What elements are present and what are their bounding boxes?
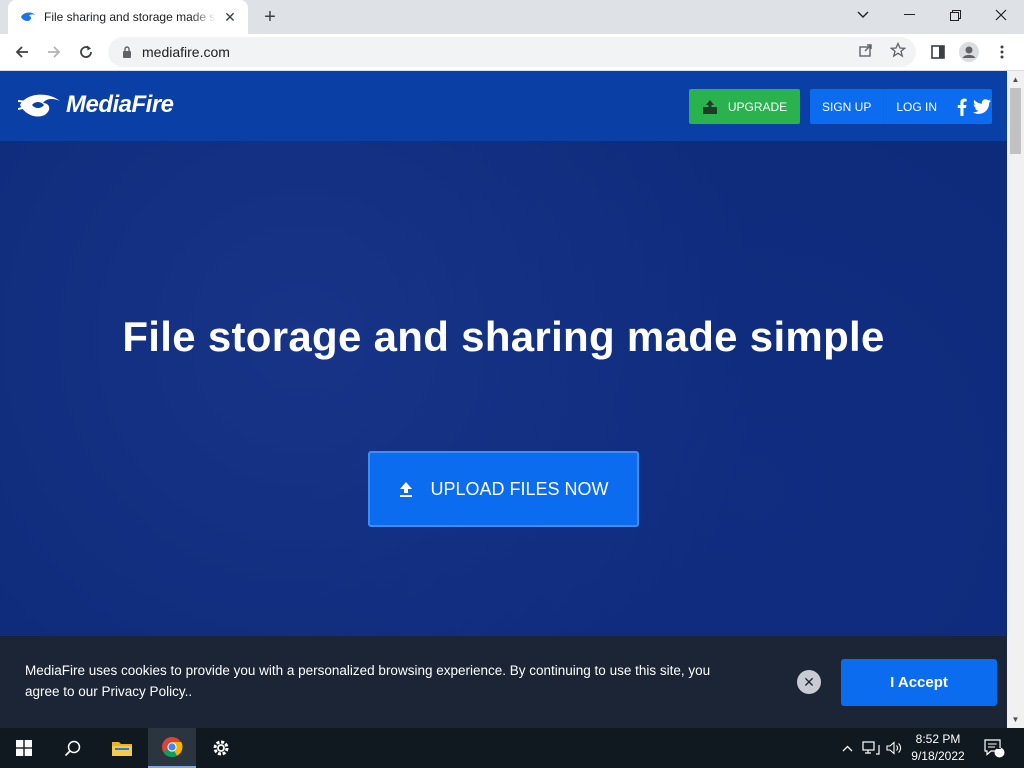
- network-icon[interactable]: [860, 728, 882, 768]
- facebook-icon[interactable]: [957, 98, 967, 116]
- site-header: MediaFire UPGRADE SIGN UP LOG IN: [0, 71, 1007, 141]
- reload-icon[interactable]: [72, 38, 100, 66]
- notification-count: 1: [995, 741, 1001, 751]
- upload-files-button[interactable]: UPLOAD FILES NOW: [368, 451, 639, 527]
- settings-gear-icon[interactable]: [197, 728, 245, 768]
- account-nav: SIGN UP LOG IN: [810, 89, 992, 124]
- restore-icon[interactable]: [932, 0, 978, 30]
- tab-title: File sharing and storage made simple: [44, 10, 216, 24]
- twitter-icon[interactable]: [973, 99, 992, 114]
- mediafire-favicon-icon: [20, 9, 36, 25]
- bookmark-star-icon[interactable]: [886, 38, 910, 62]
- minimize-icon[interactable]: [886, 0, 932, 30]
- cookie-close-button[interactable]: ✕: [797, 670, 821, 694]
- cookie-message: MediaFire uses cookies to provide you wi…: [25, 660, 765, 702]
- windows-start-icon[interactable]: [0, 728, 48, 768]
- scroll-up-arrow-icon[interactable]: ▲: [1007, 71, 1024, 88]
- profile-avatar-icon[interactable]: [955, 38, 983, 66]
- signup-link[interactable]: SIGN UP: [810, 89, 883, 124]
- upgrade-label: UPGRADE: [727, 99, 788, 114]
- menu-kebab-icon[interactable]: [988, 38, 1016, 66]
- browser-tab[interactable]: File sharing and storage made simple ✕: [8, 0, 248, 34]
- login-link[interactable]: LOG IN: [884, 89, 949, 124]
- tray-chevron-up-icon[interactable]: [838, 728, 856, 768]
- volume-icon[interactable]: [884, 728, 904, 768]
- chrome-taskbar-icon[interactable]: [148, 728, 196, 768]
- upgrade-button[interactable]: UPGRADE: [689, 89, 800, 124]
- scroll-down-arrow-icon[interactable]: ▼: [1007, 711, 1024, 728]
- page-viewport: MediaFire UPGRADE SIGN UP LOG IN File st…: [0, 71, 1007, 728]
- scrollbar-thumb[interactable]: [1010, 88, 1021, 154]
- clock-date: 9/18/2022: [911, 749, 965, 763]
- browser-toolbar: mediafire.com: [0, 34, 1024, 71]
- clock-time: 8:52 PM: [915, 732, 961, 746]
- logo-text: MediaFire: [66, 91, 174, 118]
- upgrade-icon: [702, 99, 718, 115]
- upload-label: UPLOAD FILES NOW: [430, 478, 609, 499]
- browser-tabstrip: File sharing and storage made simple ✕ +: [0, 0, 1024, 34]
- social-links: [951, 98, 992, 116]
- forward-icon[interactable]: [40, 38, 68, 66]
- tab-close-icon[interactable]: ✕: [222, 9, 238, 25]
- taskbar-clock[interactable]: 8:52 PM 9/18/2022: [906, 731, 970, 765]
- lock-icon: [120, 45, 134, 59]
- taskbar-search-icon[interactable]: [48, 728, 96, 768]
- hero-section: File storage and sharing made simple UPL…: [0, 141, 1007, 636]
- windows-taskbar: 8:52 PM 9/18/2022 1: [0, 728, 1024, 768]
- flame-logo-icon: [18, 91, 62, 119]
- close-window-icon[interactable]: [978, 0, 1024, 30]
- cookie-banner: MediaFire uses cookies to provide you wi…: [0, 636, 1007, 728]
- url-text: mediafire.com: [142, 44, 230, 60]
- notification-center-icon[interactable]: 1: [980, 728, 1008, 768]
- share-icon[interactable]: [854, 38, 878, 62]
- upload-arrow-icon: [398, 480, 414, 498]
- accept-cookies-button[interactable]: I Accept: [841, 659, 997, 706]
- side-panel-icon[interactable]: [924, 38, 952, 66]
- mediafire-logo[interactable]: MediaFire: [18, 91, 174, 119]
- tab-search-icon[interactable]: [840, 0, 886, 30]
- page-scrollbar[interactable]: ▲ ▼: [1007, 71, 1024, 728]
- file-explorer-icon[interactable]: [98, 728, 146, 768]
- cookie-message-line-1: MediaFire uses cookies to provide you wi…: [25, 663, 711, 678]
- hero-title: File storage and sharing made simple: [122, 313, 885, 360]
- back-icon[interactable]: [8, 38, 36, 66]
- address-bar[interactable]: mediafire.com: [108, 37, 916, 67]
- new-tab-icon[interactable]: +: [258, 6, 282, 28]
- cookie-message-line-2: agree to our Privacy Policy..: [25, 684, 193, 699]
